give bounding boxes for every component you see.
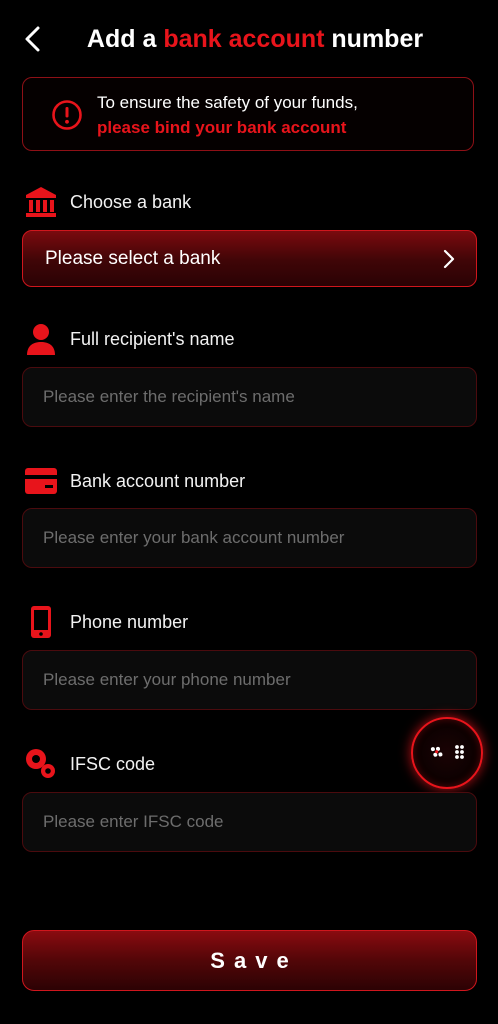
ifsc-field[interactable] — [22, 792, 477, 852]
ifsc-input[interactable] — [23, 793, 476, 851]
notice-line-2: please bind your bank account — [97, 118, 347, 137]
person-icon — [27, 324, 55, 355]
title-accent: bank account — [163, 25, 325, 53]
floating-action-button[interactable] — [411, 717, 483, 789]
chevron-right-icon — [443, 249, 455, 269]
phone-input[interactable] — [23, 651, 476, 709]
bank-label: Choose a bank — [70, 192, 192, 212]
save-button[interactable]: Save — [22, 930, 477, 991]
page-title: Add a bank account number — [0, 22, 498, 56]
name-input[interactable] — [23, 368, 476, 426]
alert-circle-icon — [52, 100, 82, 130]
bank-select-text: Please select a bank — [45, 248, 221, 269]
card-icon — [25, 468, 57, 494]
bank-select[interactable]: Please select a bank — [22, 230, 477, 287]
title-suffix: number — [324, 25, 424, 53]
bank-icon — [26, 187, 56, 217]
phone-icon — [31, 606, 51, 638]
phone-field[interactable] — [22, 650, 477, 710]
ifsc-label: IFSC code — [70, 754, 156, 774]
name-field[interactable] — [22, 367, 477, 427]
account-input[interactable] — [23, 509, 476, 567]
account-label: Bank account number — [70, 471, 246, 491]
gear-icon — [26, 749, 55, 778]
header: Add a bank account number — [0, 0, 498, 78]
title-prefix: Add a — [86, 25, 164, 53]
account-field[interactable] — [22, 508, 477, 568]
name-label: Full recipient's name — [70, 329, 235, 349]
dice-icon — [430, 745, 464, 759]
notice-line-1: To ensure the safety of your funds, — [97, 93, 358, 112]
safety-notice: To ensure the safety of your funds, plea… — [22, 77, 474, 151]
phone-label: Phone number — [70, 612, 189, 632]
